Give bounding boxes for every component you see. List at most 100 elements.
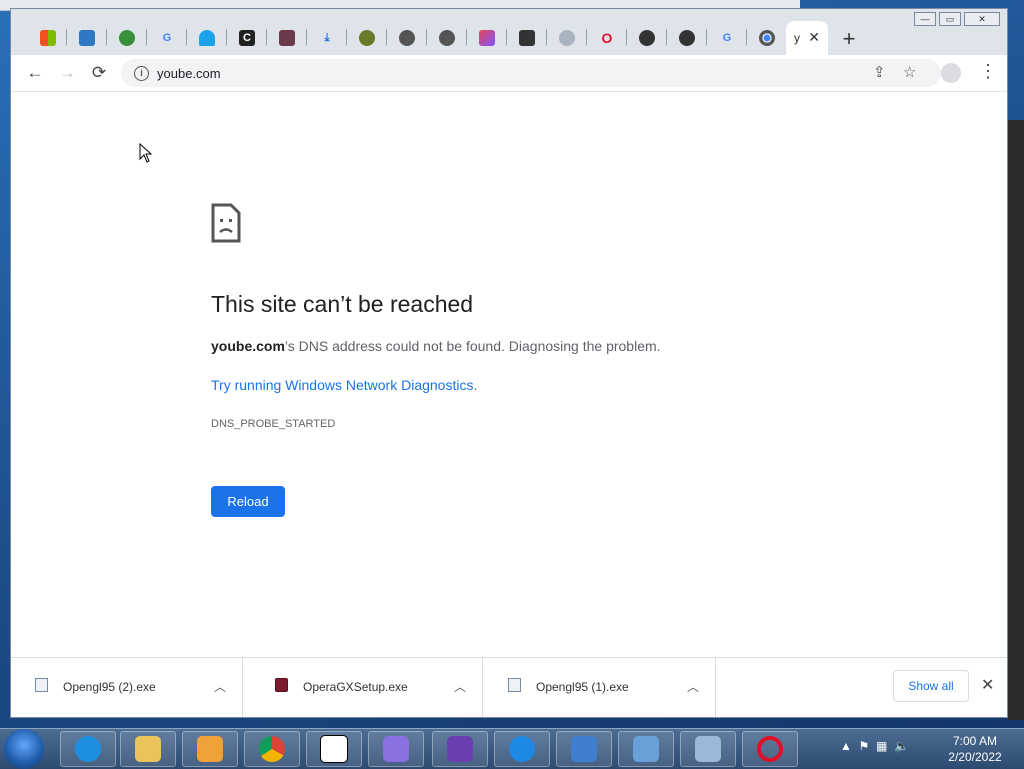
new-tab-button[interactable]: + xyxy=(837,26,861,52)
github-icon xyxy=(679,30,695,46)
tab-globe-2[interactable] xyxy=(348,21,386,55)
error-description: yoube.com’s DNS address could not be fou… xyxy=(211,338,661,354)
tab-separator xyxy=(626,29,627,45)
globe-icon xyxy=(439,30,455,46)
show-all-button[interactable]: Show all xyxy=(893,670,969,702)
tab-kotlin[interactable] xyxy=(468,21,506,55)
tab-folder[interactable] xyxy=(68,21,106,55)
sad-document-icon xyxy=(211,203,241,243)
tab-pacman[interactable] xyxy=(188,21,226,55)
taskbar: ▲ ⚑ ▦ 🔈 7:00 AM 2/20/2022 xyxy=(0,728,1024,769)
forward-icon[interactable]: → xyxy=(57,63,77,83)
cloud-icon xyxy=(559,30,575,46)
chevron-up-icon[interactable]: ︿ xyxy=(454,678,466,695)
tab-windows[interactable] xyxy=(29,21,67,55)
close-tab-icon[interactable]: ✕ xyxy=(808,29,820,46)
globe-icon xyxy=(399,30,415,46)
tab-cloud[interactable] xyxy=(548,21,586,55)
error-title: This site can’t be reached xyxy=(211,291,473,318)
info-icon[interactable]: i xyxy=(134,66,149,81)
github-icon xyxy=(639,30,655,46)
tab-separator xyxy=(306,29,307,45)
tab-globe-4[interactable] xyxy=(428,21,466,55)
tab-separator xyxy=(386,29,387,45)
system-tray[interactable]: ▲ ⚑ ▦ 🔈 xyxy=(840,739,909,753)
network-icon[interactable] xyxy=(556,731,612,767)
control-panel-icon[interactable] xyxy=(618,731,674,767)
tab-separator xyxy=(66,29,67,45)
file-explorer-icon[interactable] xyxy=(120,731,176,767)
download-item[interactable]: Opengl95 (1).exe ︿ xyxy=(484,658,716,718)
tab-separator xyxy=(546,29,547,45)
tab-separator xyxy=(426,29,427,45)
network-diagnostics-link[interactable]: Try running Windows Network Diagnostics xyxy=(211,377,473,393)
edge-icon[interactable] xyxy=(494,731,550,767)
exe-icon xyxy=(35,678,48,692)
tab-github[interactable] xyxy=(628,21,666,55)
start-button[interactable] xyxy=(4,729,44,769)
bookmark-star-icon[interactable]: ☆ xyxy=(903,63,916,81)
tab-active[interactable]: y ✕ xyxy=(786,21,828,55)
clock-time: 7:00 AM xyxy=(935,733,1015,749)
share-icon[interactable]: ⇪ xyxy=(873,63,886,81)
download-item[interactable]: OperaGXSetup.exe ︿ xyxy=(251,658,483,718)
browser-toolbar: ← → ⟳ i yoube.com ⇪ ☆ ⋮ xyxy=(11,55,1007,92)
tab-avatar[interactable] xyxy=(268,21,306,55)
link-suffix: . xyxy=(473,377,477,393)
back-icon[interactable]: ← xyxy=(25,63,45,83)
close-window-button[interactable]: ✕ xyxy=(964,12,1000,26)
download-item[interactable]: Opengl95 (2).exe ︿ xyxy=(11,658,243,718)
tab-separator xyxy=(506,29,507,45)
tab-separator xyxy=(706,29,707,45)
tab-separator xyxy=(346,29,347,45)
google-icon: G xyxy=(159,30,175,46)
globe-icon xyxy=(359,30,375,46)
reload-button[interactable]: Reload xyxy=(211,486,285,517)
tab-chrome[interactable] xyxy=(748,21,786,55)
app-icon[interactable] xyxy=(368,731,424,767)
archive-icon xyxy=(519,30,535,46)
google-icon: G xyxy=(719,30,735,46)
error-domain: yoube.com xyxy=(211,338,285,354)
chevron-up-icon[interactable]: ︿ xyxy=(214,678,226,695)
7zip-icon[interactable] xyxy=(306,731,362,767)
download-icon: ⤓ xyxy=(319,30,335,46)
tab-separator xyxy=(186,29,187,45)
windows-icon xyxy=(40,30,56,46)
tab-cn[interactable]: C xyxy=(228,21,266,55)
chevron-up-icon[interactable]: ︿ xyxy=(687,678,699,695)
tab-google[interactable]: G xyxy=(148,21,186,55)
internet-explorer-icon[interactable] xyxy=(60,731,116,767)
tab-google-2[interactable]: G xyxy=(708,21,746,55)
globe-icon xyxy=(119,30,135,46)
tab-archive[interactable] xyxy=(508,21,546,55)
network-diagnostics-link-row: Try running Windows Network Diagnostics. xyxy=(211,377,477,393)
tab-download[interactable]: ⤓ xyxy=(308,21,346,55)
minimize-button[interactable]: — xyxy=(914,12,936,26)
tab-opera[interactable]: O xyxy=(588,21,626,55)
tab-globe[interactable] xyxy=(108,21,146,55)
mouse-cursor-icon xyxy=(139,143,153,163)
clock[interactable]: 7:00 AM 2/20/2022 xyxy=(935,733,1015,765)
refresh-icon[interactable]: ⟳ xyxy=(89,63,109,83)
tab-globe-3[interactable] xyxy=(388,21,426,55)
background-window-edge xyxy=(1008,120,1024,720)
kotlin-icon xyxy=(479,30,495,46)
page-content: This site can’t be reached yoube.com’s D… xyxy=(11,91,1007,657)
tab-separator xyxy=(466,29,467,45)
app-icon[interactable] xyxy=(432,731,488,767)
tab-github-2[interactable] xyxy=(668,21,706,55)
profile-avatar-icon[interactable] xyxy=(941,63,961,83)
chrome-icon[interactable] xyxy=(244,731,300,767)
url-text[interactable]: yoube.com xyxy=(157,66,221,81)
folder-icon xyxy=(79,30,95,46)
menu-dots-icon[interactable]: ⋮ xyxy=(979,61,997,82)
keyboard-icon[interactable] xyxy=(680,731,736,767)
close-download-bar-icon[interactable]: ✕ xyxy=(981,675,994,695)
opera-icon: O xyxy=(599,30,615,46)
media-player-icon[interactable] xyxy=(182,731,238,767)
error-code: DNS_PROBE_STARTED xyxy=(211,418,335,430)
opera-icon[interactable] xyxy=(742,731,798,767)
maximize-button[interactable]: ▭ xyxy=(939,12,961,26)
address-bar[interactable]: i yoube.com ⇪ ☆ xyxy=(121,59,941,87)
